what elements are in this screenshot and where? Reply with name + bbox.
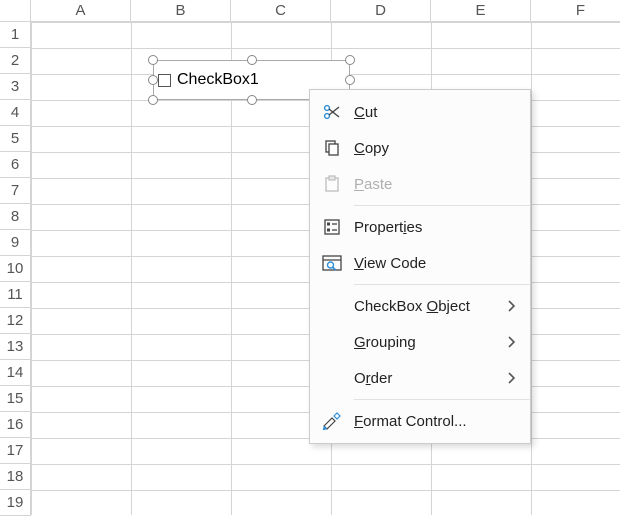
menu-label: CheckBox Object bbox=[354, 298, 508, 315]
chevron-right-icon bbox=[508, 300, 520, 312]
row-header[interactable]: 19 bbox=[0, 490, 31, 516]
resize-handle[interactable] bbox=[148, 75, 158, 85]
col-header-e[interactable]: E bbox=[431, 0, 531, 22]
row-header[interactable]: 15 bbox=[0, 386, 31, 412]
resize-handle[interactable] bbox=[345, 55, 355, 65]
select-all-corner[interactable] bbox=[0, 0, 31, 22]
scissors-icon bbox=[310, 103, 354, 121]
paste-icon bbox=[310, 175, 354, 193]
row-header[interactable]: 16 bbox=[0, 412, 31, 438]
row-header[interactable]: 7 bbox=[0, 178, 31, 204]
row-header[interactable]: 10 bbox=[0, 256, 31, 282]
menu-properties[interactable]: Properties bbox=[310, 209, 530, 245]
menu-format-control[interactable]: Format Control... bbox=[310, 403, 530, 439]
chevron-right-icon bbox=[508, 336, 520, 348]
menu-order[interactable]: Order bbox=[310, 360, 530, 396]
row-header[interactable]: 12 bbox=[0, 308, 31, 334]
menu-label: Paste bbox=[354, 176, 520, 193]
menu-label: Properties bbox=[354, 219, 520, 236]
resize-handle[interactable] bbox=[148, 55, 158, 65]
row-header[interactable]: 8 bbox=[0, 204, 31, 230]
resize-handle[interactable] bbox=[247, 95, 257, 105]
col-header-a[interactable]: A bbox=[31, 0, 131, 22]
row-header[interactable]: 1 bbox=[0, 22, 31, 48]
row-header[interactable]: 13 bbox=[0, 334, 31, 360]
row-header[interactable]: 4 bbox=[0, 100, 31, 126]
menu-label: Order bbox=[354, 370, 508, 387]
col-header-f[interactable]: F bbox=[531, 0, 620, 22]
row-header[interactable]: 5 bbox=[0, 126, 31, 152]
menu-label: View Code bbox=[354, 255, 520, 272]
row-header[interactable]: 17 bbox=[0, 438, 31, 464]
chevron-right-icon bbox=[508, 372, 520, 384]
resize-handle[interactable] bbox=[247, 55, 257, 65]
menu-label: Grouping bbox=[354, 334, 508, 351]
checkbox-icon bbox=[158, 74, 171, 87]
menu-copy[interactable]: Copy bbox=[310, 130, 530, 166]
row-header[interactable]: 9 bbox=[0, 230, 31, 256]
properties-icon bbox=[310, 218, 354, 236]
row-header[interactable]: 18 bbox=[0, 464, 31, 490]
col-header-c[interactable]: C bbox=[231, 0, 331, 22]
view-code-icon bbox=[310, 254, 354, 272]
col-header-d[interactable]: D bbox=[331, 0, 431, 22]
row-header[interactable]: 2 bbox=[0, 48, 31, 74]
resize-handle[interactable] bbox=[148, 95, 158, 105]
menu-separator bbox=[354, 205, 530, 206]
menu-checkbox-object[interactable]: CheckBox Object bbox=[310, 288, 530, 324]
menu-grouping[interactable]: Grouping bbox=[310, 324, 530, 360]
menu-label: Copy bbox=[354, 140, 520, 157]
menu-view-code[interactable]: View Code bbox=[310, 245, 530, 281]
row-header[interactable]: 14 bbox=[0, 360, 31, 386]
format-control-icon bbox=[310, 412, 354, 430]
menu-label: Cut bbox=[354, 104, 520, 121]
menu-separator bbox=[354, 284, 530, 285]
checkbox-caption: CheckBox1 bbox=[177, 71, 259, 89]
row-header[interactable]: 3 bbox=[0, 74, 31, 100]
context-menu: Cut Copy Paste bbox=[309, 89, 531, 444]
menu-separator bbox=[354, 399, 530, 400]
menu-paste: Paste bbox=[310, 166, 530, 202]
menu-cut[interactable]: Cut bbox=[310, 94, 530, 130]
resize-handle[interactable] bbox=[345, 75, 355, 85]
row-header[interactable]: 11 bbox=[0, 282, 31, 308]
col-header-b[interactable]: B bbox=[131, 0, 231, 22]
menu-label: Format Control... bbox=[354, 413, 520, 430]
row-header[interactable]: 6 bbox=[0, 152, 31, 178]
copy-icon bbox=[310, 139, 354, 157]
